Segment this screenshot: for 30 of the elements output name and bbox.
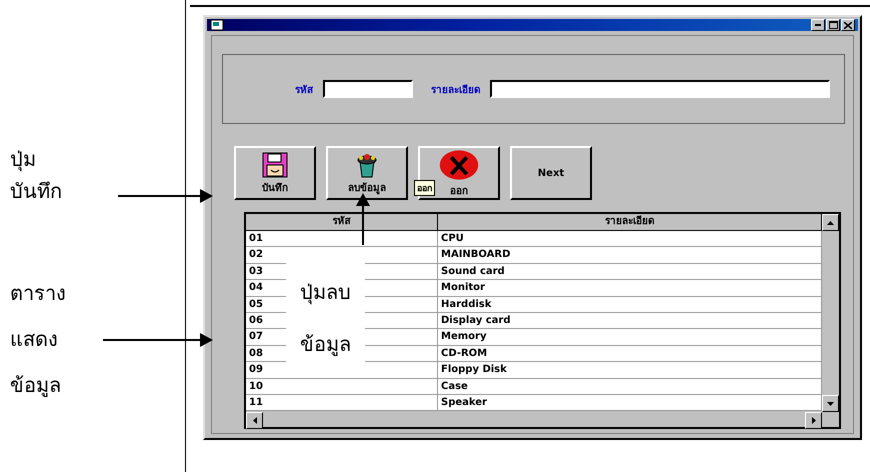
scroll-down-icon: [827, 402, 834, 406]
annotation-text: ปุ่ม: [10, 146, 37, 174]
close-icon: [844, 22, 852, 28]
cross-ball-icon: [439, 148, 479, 180]
column-header[interactable]: รหัส: [246, 214, 438, 231]
save-button[interactable]: บันทึก: [234, 146, 316, 200]
maximize-icon: [828, 21, 838, 29]
scroll-left-icon: [252, 417, 256, 424]
minimize-button[interactable]: [811, 19, 825, 31]
annotation-text: ตาราง: [10, 280, 66, 307]
close-button[interactable]: [841, 19, 855, 31]
vertical-scrollbar[interactable]: [822, 214, 839, 412]
scroll-right-icon: [812, 417, 816, 424]
field-label: รายละเอียด: [431, 83, 480, 96]
input-field[interactable]: [490, 80, 830, 98]
delete-button[interactable]: ลบข้อมูล: [326, 146, 408, 200]
table-cell: Speaker: [438, 394, 822, 412]
maximize-button[interactable]: [826, 19, 840, 31]
scroll-up-icon: [827, 220, 834, 224]
table-cell: 11: [246, 394, 438, 412]
input-field[interactable]: [323, 80, 413, 98]
annotation-text: บันทึก: [10, 178, 62, 205]
next-button[interactable]: Next: [510, 146, 592, 200]
annotation-text: แสดง: [10, 326, 59, 353]
field-label: รหัส: [295, 84, 313, 96]
app-icon: [210, 19, 224, 31]
tooltip: ออก: [414, 180, 435, 196]
minimize-icon: [815, 24, 821, 26]
column-header[interactable]: รายละเอียด: [438, 214, 822, 231]
annotation-text: ข้อมูล: [10, 372, 62, 399]
